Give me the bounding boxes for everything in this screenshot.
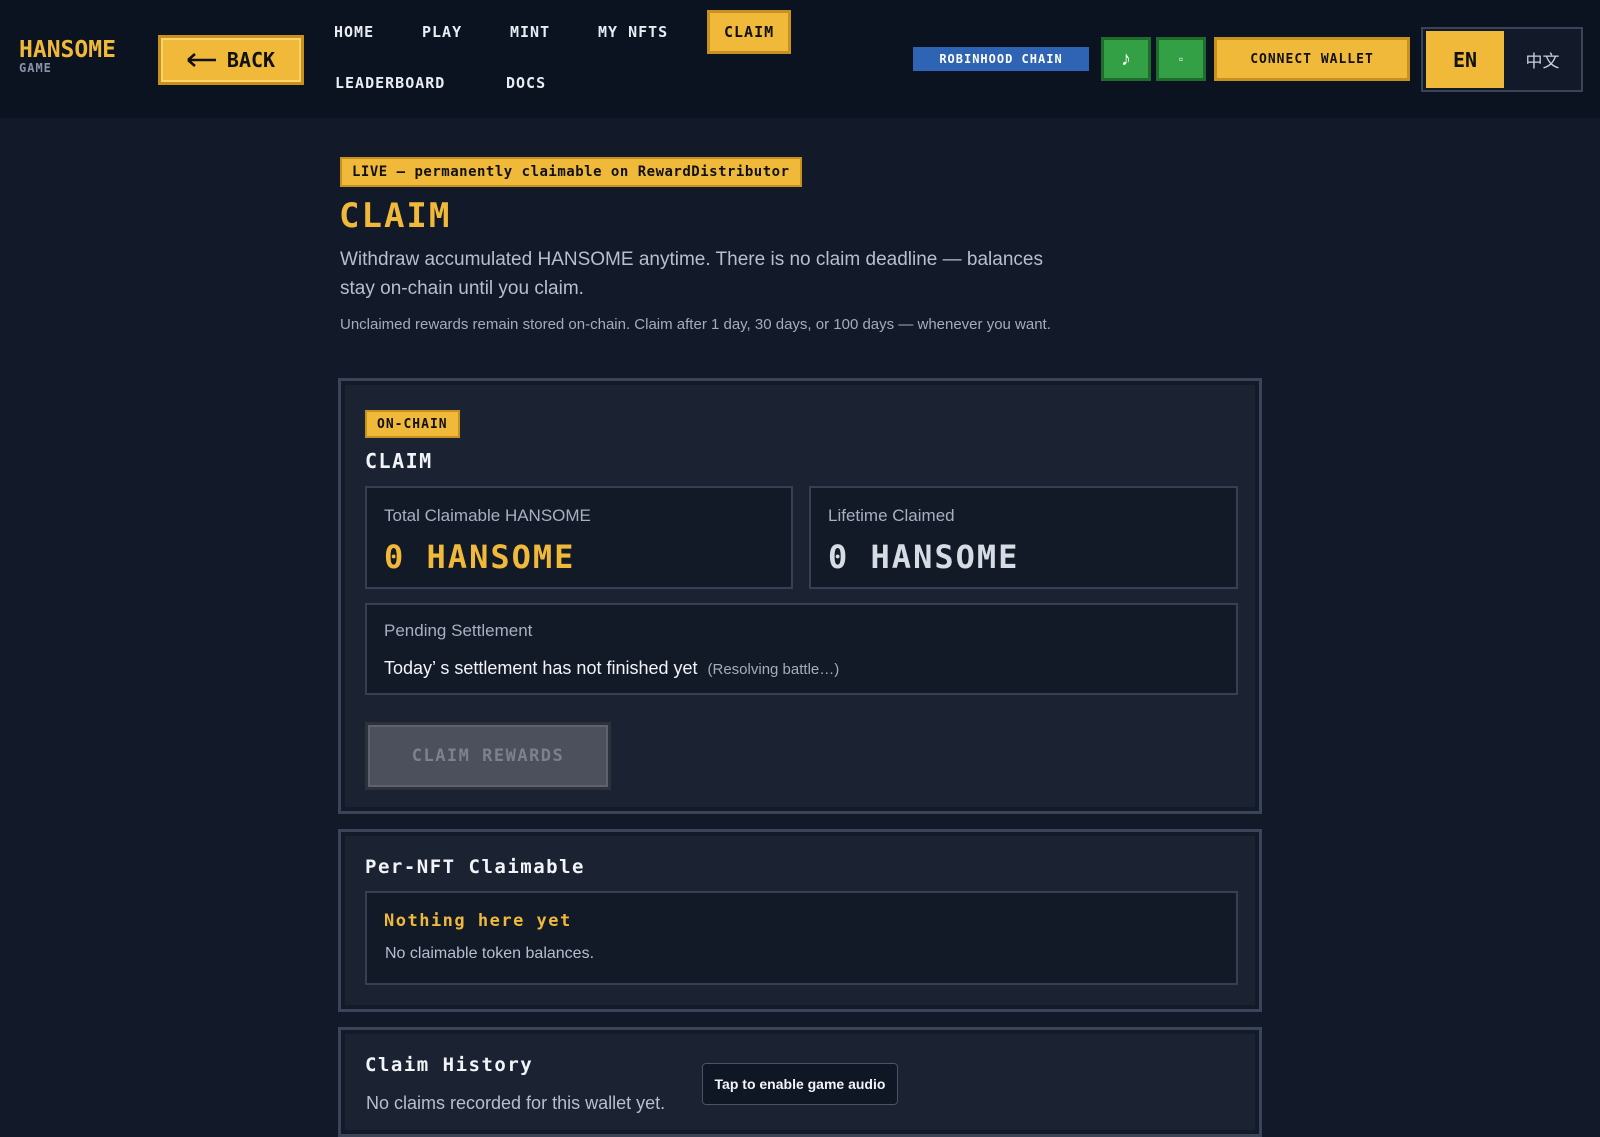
lang-zh-button[interactable]: 中文	[1504, 47, 1581, 72]
page-title: CLAIM	[339, 196, 452, 236]
nav-my-nfts[interactable]: MY NFTS	[598, 17, 668, 47]
claim-rewards-button[interactable]: CLAIM REWARDS	[365, 722, 611, 790]
music-toggle-button[interactable]: ♪	[1101, 37, 1151, 81]
chain-badge[interactable]: ROBINHOOD CHAIN	[913, 47, 1089, 71]
claim-history-heading: Claim History	[365, 1054, 534, 1076]
claim-panel: ON-CHAIN CLAIM Total Claimable HANSOME 0…	[338, 378, 1262, 814]
lifetime-claimed-card: Lifetime Claimed 0 HANSOME	[809, 486, 1238, 589]
top-header: HANSOME GAME BACK HOME PLAY MINT MY NFTS…	[0, 0, 1600, 118]
nav-leaderboard[interactable]: LEADERBOARD	[335, 68, 445, 98]
live-status-badge: LIVE — permanently claimable on RewardDi…	[340, 157, 802, 187]
arrow-left-icon	[187, 53, 216, 67]
claim-panel-heading: CLAIM	[365, 449, 433, 473]
enable-audio-toast[interactable]: Tap to enable game audio	[702, 1063, 898, 1105]
logo-title: HANSOME	[19, 37, 116, 63]
lifetime-claimed-value: 0 HANSOME	[828, 538, 1020, 576]
music-note-icon: ♪	[1121, 47, 1131, 70]
page-note: Unclaimed rewards remain stored on-chain…	[340, 316, 1051, 333]
nav-mint[interactable]: MINT	[510, 17, 550, 47]
sound-square-icon: ▫	[1178, 52, 1184, 66]
on-chain-tag: ON-CHAIN	[365, 410, 460, 438]
lifetime-claimed-label: Lifetime Claimed	[828, 506, 955, 525]
nav-claim[interactable]: CLAIM	[707, 10, 792, 54]
connect-wallet-button[interactable]: CONNECT WALLET	[1214, 37, 1410, 81]
logo[interactable]: HANSOME GAME	[19, 38, 116, 74]
nav-play[interactable]: PLAY	[422, 17, 462, 47]
pending-settlement-text: Today’ s settlement has not finished yet	[384, 658, 698, 678]
pending-settlement-status: Today’ s settlement has not finished yet…	[384, 658, 839, 679]
total-claimable-card: Total Claimable HANSOME 0 HANSOME	[365, 486, 793, 589]
pending-settlement-card: Pending Settlement Today’ s settlement h…	[365, 603, 1238, 695]
lang-en-button[interactable]: EN	[1426, 31, 1504, 88]
empty-state-text: No claimable token balances.	[385, 945, 595, 962]
pending-settlement-label: Pending Settlement	[384, 621, 533, 640]
per-nft-empty-state: Nothing here yet No claimable token bala…	[365, 891, 1238, 985]
logo-subtitle: GAME	[19, 61, 52, 75]
total-claimable-label: Total Claimable HANSOME	[384, 506, 591, 525]
sound-toggle-button[interactable]: ▫	[1156, 37, 1206, 81]
nav-docs[interactable]: DOCS	[506, 68, 546, 98]
empty-state-title: Nothing here yet	[384, 911, 572, 931]
pending-settlement-note: (Resolving battle…)	[707, 661, 840, 678]
back-button[interactable]: BACK	[158, 35, 304, 85]
total-claimable-value: 0 HANSOME	[384, 538, 576, 576]
language-switcher: EN 中文	[1421, 27, 1583, 92]
claim-history-empty-text: No claims recorded for this wallet yet.	[366, 1093, 666, 1113]
per-nft-panel: Per-NFT Claimable Nothing here yet No cl…	[338, 829, 1262, 1012]
nav-home[interactable]: HOME	[334, 17, 374, 47]
per-nft-heading: Per-NFT Claimable	[365, 856, 585, 878]
back-button-label: BACK	[226, 48, 276, 72]
page-description: Withdraw accumulated HANSOME anytime. Th…	[340, 249, 1043, 299]
